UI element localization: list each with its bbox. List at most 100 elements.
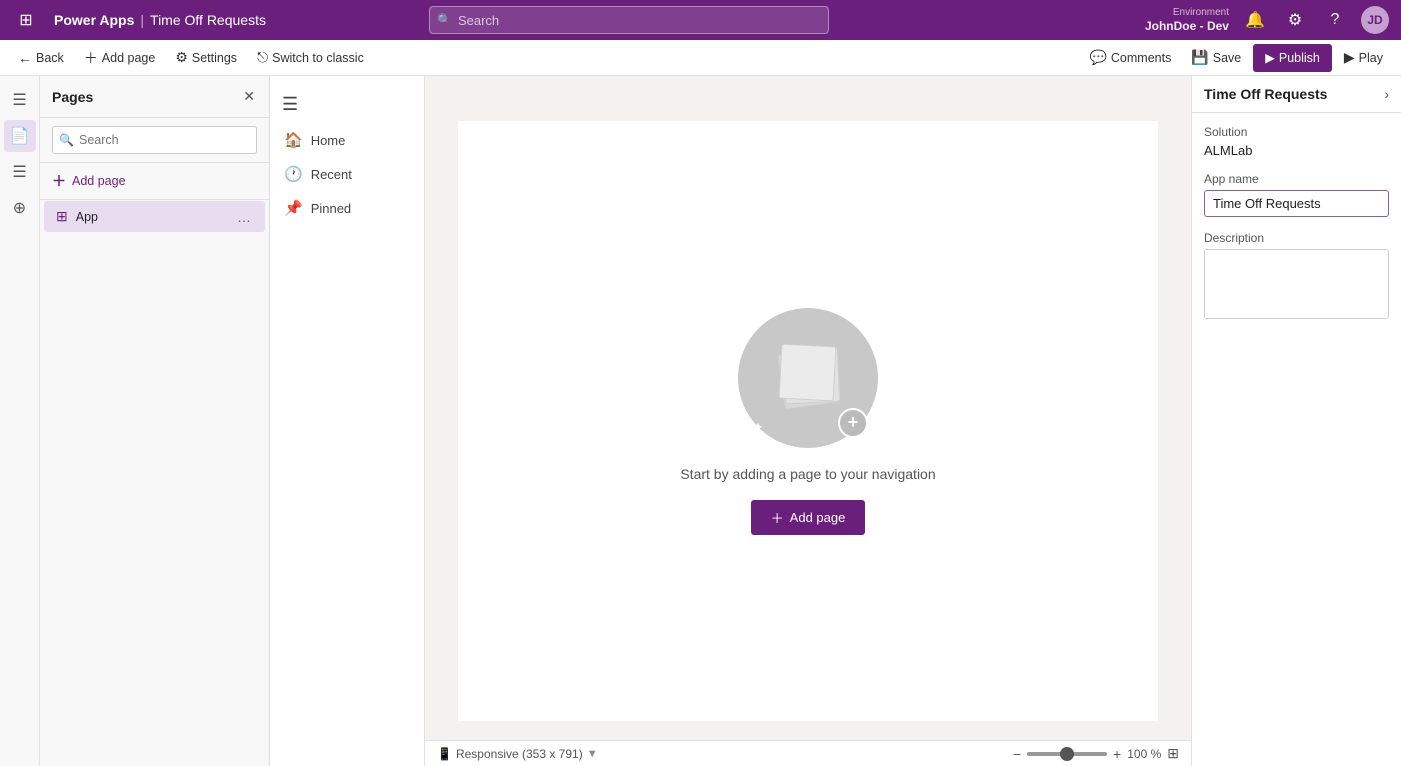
canvas-hint-text: Start by adding a page to your navigatio… bbox=[680, 466, 935, 482]
publish-label: Publish bbox=[1279, 51, 1320, 65]
app-name-field: App name bbox=[1204, 172, 1389, 217]
recent-icon: 🕐 bbox=[284, 165, 303, 183]
nav-preview-hamburger[interactable]: ☰ bbox=[270, 86, 424, 123]
global-search: 🔍 bbox=[429, 6, 829, 34]
home-icon: 🏠 bbox=[284, 131, 303, 149]
canvas-content: ✦ ✦ ✦ + Start by adding a page to your n… bbox=[458, 121, 1158, 721]
page-item-more-button[interactable]: … bbox=[235, 209, 253, 225]
settings-icon[interactable]: ⚙ bbox=[1281, 6, 1309, 34]
pages-stack bbox=[773, 343, 843, 413]
settings-button[interactable]: ⚙ Settings bbox=[167, 44, 245, 72]
switch-classic-button[interactable]: ⎋ Switch to classic bbox=[249, 44, 372, 72]
pages-search-icon: 🔍 bbox=[59, 133, 74, 147]
nav-item-recent[interactable]: 🕐 Recent bbox=[270, 157, 424, 191]
nav-item-home[interactable]: 🏠 Home bbox=[270, 123, 424, 157]
top-navigation: ⊞ Power Apps | Time Off Requests 🔍 Envir… bbox=[0, 0, 1401, 40]
back-label: Back bbox=[36, 51, 64, 65]
solution-field: Solution ALMLab bbox=[1204, 125, 1389, 158]
publish-button[interactable]: ▶ Publish bbox=[1253, 44, 1332, 72]
zoom-slider-thumb bbox=[1060, 747, 1074, 761]
description-label: Description bbox=[1204, 231, 1389, 245]
canvas-add-page-plus-icon: ＋ bbox=[771, 508, 784, 527]
nav-item-pinned[interactable]: 📌 Pinned bbox=[270, 191, 424, 225]
zoom-in-button[interactable]: + bbox=[1113, 746, 1121, 762]
save-button[interactable]: 💾 Save bbox=[1183, 44, 1249, 72]
right-panel-header: Time Off Requests › bbox=[1192, 76, 1401, 113]
brand-logo: Power Apps | Time Off Requests bbox=[54, 12, 266, 28]
pages-search-input[interactable] bbox=[52, 126, 257, 154]
help-icon[interactable]: ? bbox=[1321, 6, 1349, 34]
nav-item-home-label: Home bbox=[311, 133, 346, 148]
back-button[interactable]: ← Back bbox=[10, 44, 72, 72]
environment-name: JohnDoe - Dev bbox=[1145, 19, 1229, 35]
add-page-plus-icon: ＋ bbox=[52, 171, 66, 191]
add-page-label: Add page bbox=[102, 51, 156, 65]
add-page-button[interactable]: ＋ Add page bbox=[76, 44, 164, 72]
page-item-icon: ⊞ bbox=[56, 208, 68, 225]
nav-item-pinned-label: Pinned bbox=[311, 201, 351, 216]
toolbar-right: 💬 Comments 💾 Save ▶ Publish ▶ Play bbox=[1081, 44, 1391, 72]
canvas-add-page-button[interactable]: ＋ Add page bbox=[751, 500, 866, 535]
zoom-level-label: 100 % bbox=[1127, 747, 1161, 761]
zoom-controls: − + 100 % ⊞ bbox=[1013, 745, 1179, 762]
description-textarea[interactable] bbox=[1204, 249, 1389, 319]
pages-panel-title: Pages bbox=[52, 89, 93, 105]
fit-view-icon[interactable]: ⊞ bbox=[1167, 745, 1179, 762]
global-search-input[interactable] bbox=[429, 6, 829, 34]
pages-add-page-button[interactable]: ＋ Add page bbox=[40, 163, 269, 200]
pages-search-area: 🔍 bbox=[40, 118, 269, 163]
canvas-area: ✦ ✦ ✦ + Start by adding a page to your n… bbox=[425, 76, 1191, 766]
solution-label: Solution bbox=[1204, 125, 1389, 139]
brand-separator: | bbox=[140, 12, 144, 28]
pages-add-page-label: Add page bbox=[72, 174, 126, 188]
pages-panel-header: Pages ✕ bbox=[40, 76, 269, 118]
save-icon: 💾 bbox=[1191, 49, 1208, 66]
responsive-selector[interactable]: 📱 Responsive (353 x 791) ▼ bbox=[437, 747, 598, 761]
nav-right-actions: Environment JohnDoe - Dev 🔔 ⚙ ? JD bbox=[1145, 6, 1389, 35]
grid-icon[interactable]: ⊞ bbox=[12, 6, 40, 34]
zoom-out-button[interactable]: − bbox=[1013, 746, 1021, 762]
right-panel: Time Off Requests › Solution ALMLab App … bbox=[1191, 76, 1401, 766]
app-name-input[interactable] bbox=[1204, 190, 1389, 217]
environment-info: Environment JohnDoe - Dev bbox=[1145, 6, 1229, 35]
publish-icon: ▶ bbox=[1265, 50, 1275, 65]
search-icon: 🔍 bbox=[437, 13, 452, 27]
sidebar-dataverse-icon[interactable]: ⊕ bbox=[4, 192, 36, 224]
add-badge-icon: + bbox=[838, 408, 868, 438]
comments-button[interactable]: 💬 Comments bbox=[1081, 44, 1179, 72]
sparkle-icon-2: ✦ bbox=[852, 316, 864, 333]
zoom-slider[interactable] bbox=[1027, 752, 1107, 756]
solution-value: ALMLab bbox=[1204, 143, 1252, 158]
comments-icon: 💬 bbox=[1089, 49, 1106, 66]
avatar[interactable]: JD bbox=[1361, 6, 1389, 34]
pages-panel: Pages ✕ 🔍 ＋ Add page ⊞ App … bbox=[40, 76, 270, 766]
pages-panel-close-button[interactable]: ✕ bbox=[241, 86, 257, 107]
bottom-bar: 📱 Responsive (353 x 791) ▼ − + 100 % ⊞ bbox=[425, 740, 1191, 766]
play-label: Play bbox=[1359, 51, 1383, 65]
switch-classic-label: Switch to classic bbox=[272, 51, 364, 65]
pinned-icon: 📌 bbox=[284, 199, 303, 217]
sidebar-pages-icon[interactable]: 📄 bbox=[4, 120, 36, 152]
description-field: Description bbox=[1204, 231, 1389, 322]
play-icon: ▶ bbox=[1344, 49, 1355, 66]
main-layout: ☰ 📄 ☰ ⊕ Pages ✕ 🔍 ＋ Add page ⊞ App … ☰ bbox=[0, 76, 1401, 766]
placeholder-illustration: ✦ ✦ ✦ + bbox=[738, 308, 878, 448]
toolbar: ← Back ＋ Add page ⚙ Settings ⎋ Switch to… bbox=[0, 40, 1401, 76]
app-title: Time Off Requests bbox=[150, 12, 266, 28]
play-button[interactable]: ▶ Play bbox=[1336, 44, 1391, 72]
right-panel-chevron-icon[interactable]: › bbox=[1384, 86, 1389, 102]
right-panel-body: Solution ALMLab App name Description bbox=[1192, 113, 1401, 334]
nav-item-recent-label: Recent bbox=[311, 167, 352, 182]
settings-label: Settings bbox=[192, 51, 237, 65]
responsive-device-icon: 📱 bbox=[437, 747, 452, 761]
sidebar-hamburger-icon[interactable]: ☰ bbox=[4, 84, 36, 116]
settings-gear-icon: ⚙ bbox=[175, 49, 188, 66]
sparkle-icon-1: ✦ bbox=[748, 318, 760, 335]
sidebar-list-icon[interactable]: ☰ bbox=[4, 156, 36, 188]
page-item-app[interactable]: ⊞ App … bbox=[44, 201, 265, 232]
canvas-add-page-label: Add page bbox=[790, 510, 846, 525]
environment-label: Environment bbox=[1173, 6, 1229, 19]
responsive-label: Responsive (353 x 791) bbox=[456, 747, 583, 761]
nav-preview-pane: ☰ 🏠 Home 🕐 Recent 📌 Pinned bbox=[270, 76, 425, 766]
notification-icon[interactable]: 🔔 bbox=[1241, 6, 1269, 34]
